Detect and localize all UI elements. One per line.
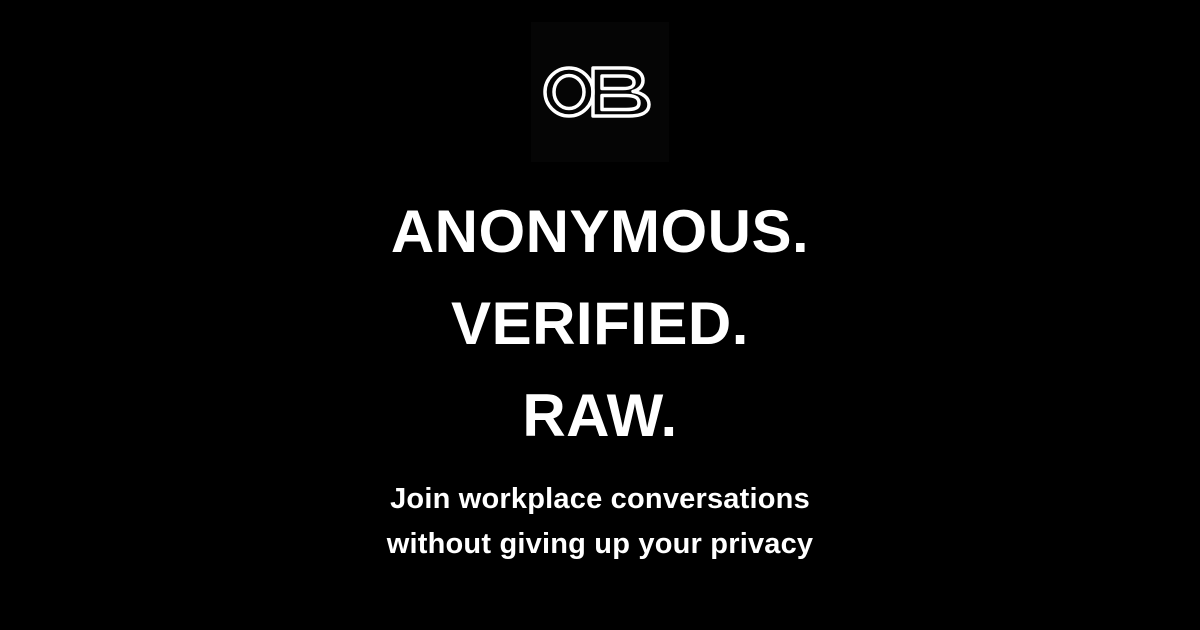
logo-tile bbox=[531, 22, 669, 162]
headline-line-raw: RAW. bbox=[522, 382, 678, 449]
ob-logo-icon bbox=[543, 66, 651, 118]
tagline: Join workplace conversations without giv… bbox=[0, 477, 1200, 567]
headline-line-anonymous: ANONYMOUS. bbox=[390, 198, 810, 265]
page: { "brand": { "logo_text": "OB", "logo_ic… bbox=[0, 0, 1200, 630]
tagline-line-1: Join workplace conversations bbox=[390, 483, 810, 515]
headline-line-verified: VERIFIED. bbox=[451, 290, 749, 357]
tagline-line-2: without giving up your privacy bbox=[386, 528, 814, 560]
headline: ANONYMOUS. VERIFIED. RAW. bbox=[0, 186, 1200, 462]
logo-letter-o bbox=[543, 66, 595, 118]
logo-letter-b bbox=[591, 66, 651, 118]
